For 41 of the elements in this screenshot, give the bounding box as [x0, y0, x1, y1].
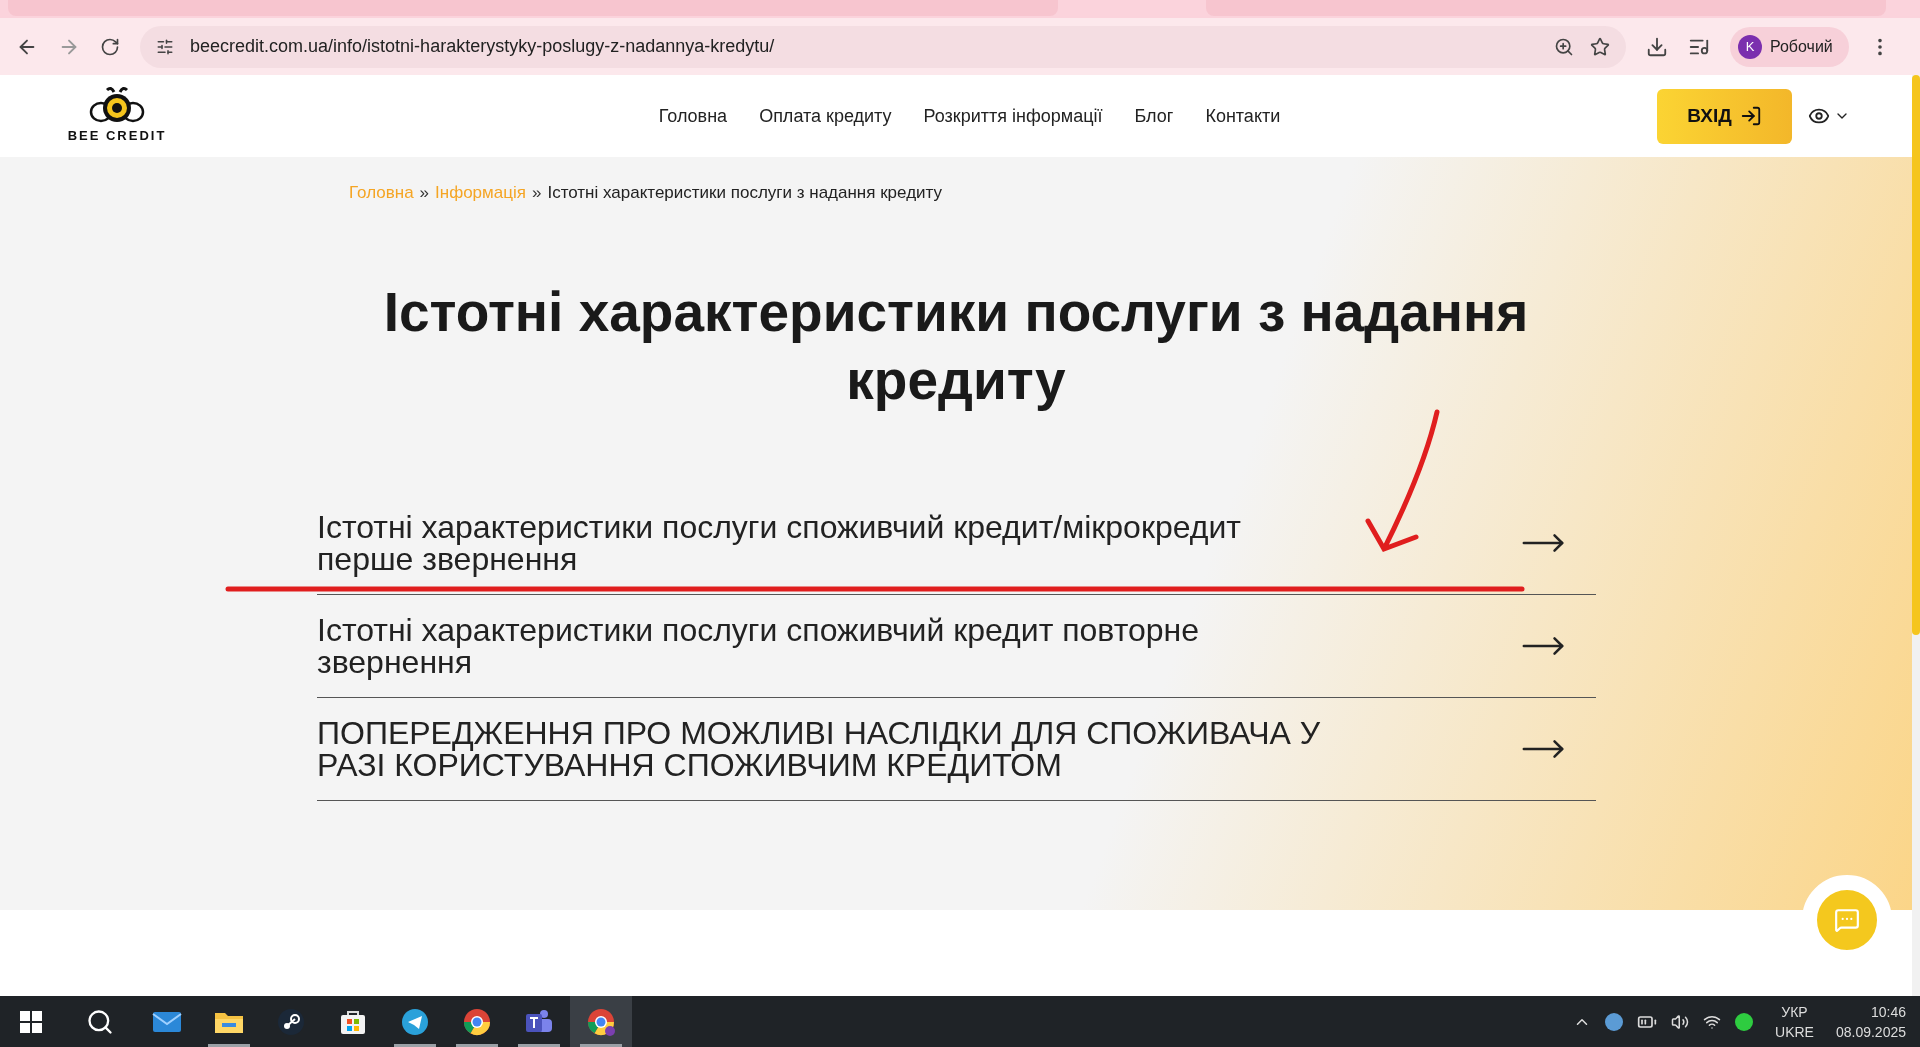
bookmark-star-icon[interactable] — [1590, 36, 1610, 57]
taskbar-app[interactable] — [570, 996, 632, 1047]
mail-icon — [152, 1009, 182, 1034]
logo[interactable]: BEE CREDIT — [62, 86, 172, 146]
document-link-row[interactable]: Істотні характеристики послуги споживчий кредит повторне звернення — [317, 594, 1596, 698]
breadcrumb-separator: » — [531, 182, 542, 204]
zoom-icon[interactable] — [1554, 36, 1574, 57]
status-app-icon[interactable] — [1735, 1012, 1753, 1031]
profile-button[interactable]: K Робочий — [1730, 26, 1849, 67]
document-link-row[interactable]: Істотні характеристики послуги споживчий кредит/мікрокредит перше звернення — [317, 491, 1596, 595]
nav-link[interactable]: Розкриття інформації — [923, 102, 1103, 130]
clock[interactable]: 10:46 08.09.2025 — [1835, 1001, 1906, 1042]
logo-text: BEE CREDIT — [67, 127, 167, 146]
scrollbar-thumb[interactable] — [1912, 75, 1920, 635]
browser-profile-icon — [586, 1006, 616, 1037]
login-button[interactable]: ВХІД — [1657, 88, 1792, 144]
reload-icon[interactable] — [100, 36, 120, 57]
nav-link[interactable]: Блог — [1134, 102, 1174, 130]
nav-link[interactable]: Головна — [658, 102, 728, 130]
url-text: beecredit.com.ua/info/istotni-harakterystyky-poslugy-z-nadannya-kredytu/ — [190, 35, 775, 58]
document-link-row[interactable]: ПОПЕРЕДЖЕННЯ ПРО МОЖЛИВІ НАСЛІДКИ ДЛЯ СПОЖИВАЧА У РАЗІ КОРИСТУВАННЯ СПОЖИВЧИМ КРЕДИТОМ — [317, 697, 1596, 801]
windows-start-icon[interactable] — [20, 1010, 42, 1033]
profile-avatar: K — [1738, 34, 1762, 59]
download-icon[interactable] — [1646, 35, 1668, 58]
search-icon[interactable] — [86, 1007, 114, 1036]
breadcrumb-separator: » — [419, 182, 430, 204]
site-settings-icon[interactable] — [156, 37, 174, 56]
login-icon — [1739, 105, 1762, 127]
paper-plane-icon — [401, 1007, 429, 1036]
breadcrumb-current: Істотні характеристики послуги з надання кредиту — [547, 182, 943, 204]
nav-link[interactable]: Оплата кредиту — [759, 102, 892, 130]
scrollbar[interactable] — [1912, 75, 1920, 996]
nav-link[interactable]: Контакти — [1205, 102, 1281, 130]
browser-icon — [462, 1006, 492, 1037]
page-title: Істотні характеристики послуги з надання кредиту — [382, 279, 1530, 413]
profile-name: Робочий — [1770, 36, 1833, 57]
address-bar[interactable]: beecredit.com.ua/info/istotni-harakterystyky-poslugy-z-nadannya-kredytu/ — [140, 25, 1626, 68]
chat-icon — [1834, 907, 1860, 933]
cloud-sync-icon[interactable] — [1605, 1012, 1623, 1031]
volume-icon[interactable] — [1671, 1012, 1689, 1031]
language-indicator[interactable]: УКР UKRE — [1775, 1001, 1814, 1042]
